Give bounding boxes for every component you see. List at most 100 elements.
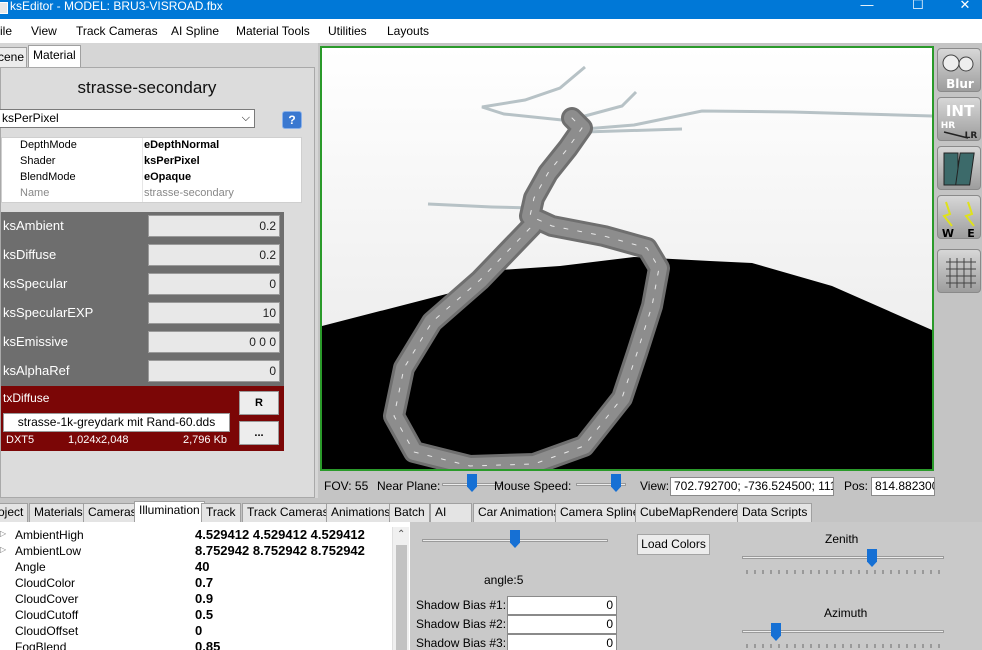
tab-track-cameras[interactable]: Track Cameras xyxy=(242,503,334,522)
mouse-speed-thumb[interactable] xyxy=(611,474,621,492)
tab-data-scripts[interactable]: Data Scripts xyxy=(737,503,813,522)
property-row[interactable]: DepthMode eDepthNormal xyxy=(2,138,303,154)
grid-row[interactable]: Angle 40 xyxy=(0,559,395,575)
param-value-input[interactable]: 10 xyxy=(148,302,280,324)
grid-value: 0 xyxy=(195,623,203,638)
material-panel: strasse-secondary ksPerPixel ⌵ ? DepthMo… xyxy=(0,67,315,498)
param-value-input[interactable]: 0.2 xyxy=(148,215,280,237)
app-icon xyxy=(0,2,8,14)
tab-track[interactable]: Track xyxy=(201,503,241,522)
blur-icon: Blur xyxy=(942,54,974,91)
mouse-speed-slider[interactable] xyxy=(576,474,626,494)
blur-button[interactable]: Blur xyxy=(937,48,981,92)
grid-row[interactable]: CloudOffset 0 xyxy=(0,623,395,639)
param-value-input[interactable]: 0 xyxy=(148,360,280,382)
param-row: ksSpecular 0 xyxy=(1,270,284,299)
menu-view[interactable]: View xyxy=(31,24,57,38)
param-value-input[interactable]: 0.2 xyxy=(148,244,280,266)
zenith-slider[interactable] xyxy=(742,549,944,569)
menu-utilities[interactable]: Utilities xyxy=(328,24,367,38)
menu-ai-spline[interactable]: AI Spline xyxy=(171,24,219,38)
grid-row[interactable]: CloudCutoff 0.5 xyxy=(0,607,395,623)
menu-layouts[interactable]: Layouts xyxy=(387,24,429,38)
scrollbar-thumb[interactable] xyxy=(396,545,407,650)
angle-slider[interactable] xyxy=(422,530,608,550)
expand-icon[interactable]: ▷ xyxy=(0,529,6,538)
shadow-bias-2-input[interactable]: 0 xyxy=(507,615,617,634)
grid-key: Angle xyxy=(15,560,46,574)
load-colors-button[interactable]: Load Colors xyxy=(637,534,710,555)
tab-materials[interactable]: Materials xyxy=(29,503,88,522)
shader-select[interactable]: ksPerPixel ⌵ xyxy=(0,109,255,128)
int-hr-lr-button[interactable]: INT HR LR xyxy=(937,97,981,141)
grid-row[interactable]: ▷ AmbientLow 8.752942 8.752942 8.752942 xyxy=(0,543,395,559)
param-value-input[interactable]: 0 0 0 xyxy=(148,331,280,353)
tab-cubemap-renderer[interactable]: CubeMapRenderer xyxy=(635,503,748,522)
wind-direction-button[interactable]: W E xyxy=(937,195,981,240)
texture-file-field[interactable]: strasse-1k-greydark mit Rand-60.dds xyxy=(3,413,230,432)
grid-scrollbar[interactable]: ⌃ xyxy=(392,527,409,650)
pos-field[interactable]: 814.882300; xyxy=(871,477,935,496)
browse-texture-button[interactable]: ... xyxy=(239,421,279,445)
grid-key: CloudColor xyxy=(15,576,76,590)
tab-cameras[interactable]: Cameras xyxy=(83,503,142,522)
tab-animations[interactable]: Animations xyxy=(326,503,396,522)
view-field[interactable]: 702.792700; -736.524500; 1117.9 xyxy=(670,477,834,496)
svg-text:LR: LR xyxy=(965,131,978,141)
grid-key: CloudCover xyxy=(15,592,79,606)
scroll-up-icon[interactable]: ⌃ xyxy=(397,529,405,540)
tab-scene[interactable]: cene xyxy=(0,47,27,67)
property-row[interactable]: Shader ksPerPixel xyxy=(2,154,303,170)
tab-batch[interactable]: Batch xyxy=(389,503,430,522)
menu-track-cameras[interactable]: Track Cameras xyxy=(76,24,158,38)
mouse-speed-label: Mouse Speed: xyxy=(494,479,572,493)
grid-row[interactable]: ▷ AmbientHigh 4.529412 4.529412 4.529412 xyxy=(0,527,395,543)
tab-car-animations[interactable]: Car Animations xyxy=(473,503,565,522)
grid-button[interactable] xyxy=(937,249,981,293)
azimuth-thumb[interactable] xyxy=(771,623,781,641)
grid-value: 40 xyxy=(195,559,210,574)
near-plane-slider[interactable] xyxy=(442,474,502,494)
illumination-property-grid: ▷ AmbientHigh 4.529412 4.529412 4.529412… xyxy=(0,527,410,650)
angle-thumb[interactable] xyxy=(510,530,520,548)
zenith-thumb[interactable] xyxy=(867,549,877,567)
param-value-input[interactable]: 0 xyxy=(148,273,280,295)
window-title: ksEditor - MODEL: BRU3-VISROAD.fbx xyxy=(10,0,223,13)
property-key: Name xyxy=(20,187,50,199)
grid-value: 0.7 xyxy=(195,575,214,590)
pos-label: Pos: xyxy=(844,479,869,493)
windows-button[interactable] xyxy=(937,146,981,190)
property-value: ksPerPixel xyxy=(144,155,200,167)
shadow-bias-3-input[interactable]: 0 xyxy=(507,634,617,650)
tab-illumination[interactable]: Illumination xyxy=(134,501,205,522)
grid-value: 0.85 xyxy=(195,639,221,650)
grid-row[interactable]: FogBlend 0.85 xyxy=(0,639,395,650)
angle-readout: angle:5 xyxy=(484,573,524,587)
expand-icon[interactable]: ▷ xyxy=(0,545,6,554)
grid-row[interactable]: CloudColor 0.7 xyxy=(0,575,395,591)
tab-material[interactable]: Material xyxy=(28,45,81,67)
shadow-bias-1-input[interactable]: 0 xyxy=(507,596,617,615)
menu-material-tools[interactable]: Material Tools xyxy=(236,24,310,38)
param-row: ksDiffuse 0.2 xyxy=(1,241,284,270)
azimuth-slider[interactable] xyxy=(742,623,944,643)
minimize-button[interactable]: — xyxy=(844,0,890,17)
3d-viewport[interactable] xyxy=(320,46,934,471)
svg-text:INT: INT xyxy=(946,102,975,120)
property-key: Shader xyxy=(20,155,56,167)
maximize-button[interactable]: ☐ xyxy=(895,0,941,17)
property-row[interactable]: BlendMode eOpaque xyxy=(2,170,303,186)
tab-ai[interactable]: AI xyxy=(430,503,472,522)
shader-params: ksAmbient 0.2 ksDiffuse 0.2 ksSpecular 0… xyxy=(1,212,284,386)
reload-texture-button[interactable]: R xyxy=(239,391,279,415)
fov-label: FOV: 55 xyxy=(324,479,369,493)
property-row[interactable]: Name strasse-secondary xyxy=(2,186,303,202)
close-button[interactable]: ✕ xyxy=(942,0,982,17)
help-button[interactable]: ? xyxy=(282,111,302,129)
grid-row[interactable]: CloudCover 0.9 xyxy=(0,591,395,607)
near-plane-thumb[interactable] xyxy=(467,474,477,492)
scene-render xyxy=(322,48,932,469)
tab-camera-spline[interactable]: Camera Spline xyxy=(555,503,645,522)
menu-file[interactable]: ile xyxy=(0,24,12,38)
tab-object[interactable]: oject xyxy=(0,503,29,522)
